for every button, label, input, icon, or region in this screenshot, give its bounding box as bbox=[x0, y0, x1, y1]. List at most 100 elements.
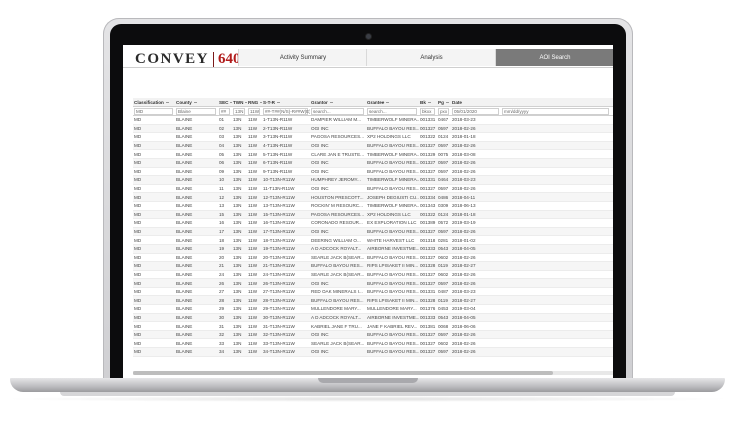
table-row[interactable]: MD BLAINE 27 13N 11W 27-T13N-R11W RED OAK MINE… bbox=[133, 288, 613, 297]
filter-input-classification[interactable]: MD bbox=[133, 107, 175, 115]
cell-sec: 12 bbox=[219, 194, 225, 200]
table-row[interactable]: MD BLAINE 21 13N 11W 21-T13N-R11W BUFFALO BAYO… bbox=[133, 262, 613, 271]
table-row[interactable]: MD BLAINE 04 13N 11W 4-T13N-R11W OGI INC BUFFAL… bbox=[133, 141, 613, 151]
table-row[interactable]: MD BLAINE 12 13N 11W 12-T13N-R11W HOUSTON PRES… bbox=[133, 193, 613, 202]
cell-rng: 11W bbox=[248, 254, 258, 260]
table-row[interactable]: MD BLAINE 18 13N 11W 18-T13N-R11W DEERING WILL… bbox=[133, 236, 613, 245]
table-row[interactable]: MD BLAINE 09 13N 11W 9-T13N-R11W OGI INC BUFFAL… bbox=[133, 168, 613, 177]
table-row[interactable]: MD BLAINE 03 13N 11W 3-T13N-R11W PAGOSA RESOUR… bbox=[133, 133, 613, 142]
tab-activity-summary[interactable]: Activity Summary bbox=[238, 49, 367, 66]
column-header-county[interactable]: County bbox=[175, 100, 218, 105]
cell-twn: 13N bbox=[233, 177, 242, 183]
column-header-classification[interactable]: Classification bbox=[133, 100, 175, 105]
table-row[interactable]: MD BLAINE 29 13N 11W 29-T13N-R11W MULLENDORE M… bbox=[133, 305, 613, 314]
cell-classification: MD bbox=[134, 271, 142, 277]
cell-str: 27-T13N-R11W bbox=[263, 289, 295, 295]
table-row[interactable]: MD BLAINE 05 13N 11W 5-T13N-R11W CLARE JAN E T… bbox=[133, 150, 613, 159]
cell-pg: 0487 bbox=[438, 289, 449, 295]
menu-icon[interactable] bbox=[193, 101, 197, 103]
table-row[interactable]: MD BLAINE 26 13N 11W 26-T13N-R11W OGI INC BUFFA… bbox=[133, 279, 613, 288]
convey640-logo[interactable]: CONVEY 640 bbox=[135, 51, 241, 67]
cell-county: BLAINE bbox=[176, 168, 193, 174]
cell-str: 33-T13N-R11W bbox=[263, 340, 295, 346]
cell-twn: 13N bbox=[233, 151, 242, 157]
menu-icon[interactable] bbox=[329, 101, 333, 103]
cell-bk: 001322 bbox=[420, 211, 436, 217]
table-row[interactable]: MD BLAINE 15 13N 11W 15-T13N-R11W PAGOSA RESOU… bbox=[133, 210, 613, 220]
cell-str: 10-T13N-R11W bbox=[263, 177, 295, 183]
column-header-str[interactable]: S-T-R bbox=[262, 100, 310, 105]
filter-input-bk[interactable]: bkxx bbox=[419, 107, 437, 115]
table-row[interactable]: MD BLAINE 02 13N 11W 2-T13N-R11W OGI INC BUFFAL… bbox=[133, 124, 613, 134]
table-row[interactable]: MD BLAINE 16 13N 11W 16-T13N-R11W CORONADO RES… bbox=[133, 219, 613, 228]
cell-grantee: MULLENDORE MARY... bbox=[367, 306, 417, 312]
cell-sec: 04 bbox=[219, 143, 225, 149]
table-row[interactable]: MD BLAINE 01 13N 11W 1-T13N-R11W DAMPIER WILLI… bbox=[133, 116, 613, 125]
table-row[interactable]: MD BLAINE 24 13N 11W 24-T13N-R11W SEARLE JACK … bbox=[133, 271, 613, 280]
table-row[interactable]: MD BLAINE 32 13N 11W 32-T13N-R11W OGI INC BUFFA… bbox=[133, 330, 613, 340]
table-row[interactable]: MD BLAINE 34 13N 11W 34-T13N-R11W OGI INC BUFFA… bbox=[133, 348, 613, 357]
column-header-rng[interactable]: RNG bbox=[247, 100, 262, 105]
menu-icon[interactable] bbox=[427, 101, 431, 103]
filter-input-grantee[interactable]: search... bbox=[366, 107, 419, 115]
cell-date: 2018-01-18 bbox=[452, 134, 476, 140]
column-header-twn[interactable]: TWN bbox=[232, 100, 247, 105]
scrollbar-thumb[interactable] bbox=[133, 371, 553, 375]
filter-input-sec[interactable]: ## bbox=[218, 107, 232, 115]
filter-input-grantor[interactable]: search... bbox=[310, 107, 366, 115]
table-row[interactable]: MD BLAINE 06 13N 11W 6-T13N-R11W OGI INC BUFFAL… bbox=[133, 158, 613, 168]
column-header-sec[interactable]: SEC bbox=[218, 100, 232, 105]
cell-str: 34-T13N-R11W bbox=[263, 349, 295, 355]
menu-icon[interactable] bbox=[445, 101, 449, 103]
filter-value: ##-T##(N/S)-R##W(E) bbox=[263, 107, 310, 115]
cell-county: BLAINE bbox=[176, 349, 193, 355]
table-row[interactable]: MD BLAINE 13 13N 11W 13-T13N-R11W ROCKIN' M RE… bbox=[133, 202, 613, 211]
tab-aoi-search[interactable]: AOI Search bbox=[495, 49, 613, 66]
filter-input-date[interactable]: 05/01/2020 bbox=[451, 107, 501, 115]
cell-grantor: HOUSTON PRESCOTT... bbox=[311, 194, 364, 200]
cell-pg: 0572 bbox=[438, 220, 449, 226]
filter-input-date-to[interactable]: mm/dd/yyyy bbox=[501, 107, 611, 115]
cell-str: 1-T13N-R11W bbox=[263, 117, 293, 123]
table-row[interactable]: MD BLAINE 19 13N 11W 19-T13N-R11W A D ADCOCK R… bbox=[133, 244, 613, 254]
cell-twn: 13N bbox=[233, 160, 242, 166]
column-header-grantee[interactable]: Grantee bbox=[366, 100, 419, 105]
cell-rng: 11W bbox=[248, 297, 258, 303]
cell-bk: 001327 bbox=[420, 160, 436, 166]
tab-analysis[interactable]: Analysis bbox=[366, 49, 496, 66]
table-row[interactable]: MD BLAINE 17 13N 11W 17-T13N-R11W OGI INC BUFFA… bbox=[133, 227, 613, 237]
filter-input-rng[interactable]: 11W bbox=[247, 107, 262, 115]
cell-date: 2018-01-02 bbox=[452, 237, 476, 243]
menu-icon[interactable] bbox=[277, 101, 280, 103]
horizontal-scrollbar[interactable] bbox=[133, 371, 613, 375]
filter-input-twn[interactable]: 13N bbox=[232, 107, 247, 115]
cell-pg: 0075 bbox=[438, 151, 449, 157]
menu-icon[interactable] bbox=[165, 101, 169, 103]
cell-sec: 29 bbox=[219, 306, 225, 312]
cell-county: BLAINE bbox=[176, 220, 193, 226]
menu-icon[interactable] bbox=[386, 101, 390, 103]
cell-grantor: SEARLE JACK B(SEAR... bbox=[311, 271, 365, 277]
column-header-bk[interactable]: Bk bbox=[419, 100, 437, 105]
table-row[interactable]: MD BLAINE 11 13N 11W 11-T13N-R11W OGI INC BUFFA… bbox=[133, 185, 613, 194]
table-row[interactable]: MD BLAINE 28 13N 11W 28-T13N-R11W BUFFALO BAYO… bbox=[133, 296, 613, 306]
table-row[interactable]: MD BLAINE 20 13N 11W 20-T13N-R11W SEARLE JACK … bbox=[133, 254, 613, 263]
table-row[interactable]: MD BLAINE 10 13N 11W 10-T13N-R11W HUMPHREY JER… bbox=[133, 176, 613, 185]
table-row[interactable]: MD BLAINE 33 13N 11W 33-T13N-R11W SEARLE JACK … bbox=[133, 339, 613, 349]
cell-grantor: PAGOSA RESOURCES... bbox=[311, 211, 365, 217]
column-header-pg[interactable]: Pg bbox=[437, 100, 451, 105]
column-header-grantor[interactable]: Grantor bbox=[310, 100, 366, 105]
table-row[interactable]: MD BLAINE 31 13N 11W 31-T13N-R11W KABRIEL JANE… bbox=[133, 322, 613, 331]
cell-bk: 001322 bbox=[420, 134, 436, 140]
cell-county: BLAINE bbox=[176, 177, 193, 183]
filter-value: 11W bbox=[248, 107, 260, 115]
cell-date: 2018-02-26 bbox=[452, 271, 476, 277]
filter-input-pg[interactable]: pxx bbox=[437, 107, 451, 115]
table-row[interactable]: MD BLAINE 30 13N 11W 30-T13N-R11W A D ADCOCK R… bbox=[133, 313, 613, 323]
cell-bk: 001331 bbox=[420, 117, 436, 123]
column-header-date[interactable]: Date bbox=[451, 100, 611, 105]
filter-value: ## bbox=[219, 107, 230, 115]
filter-input-str[interactable]: ##-T##(N/S)-R##W(E) bbox=[262, 107, 310, 115]
cell-str: 21-T13N-R11W bbox=[263, 263, 295, 269]
filter-input-county[interactable]: Blaine bbox=[175, 107, 218, 115]
